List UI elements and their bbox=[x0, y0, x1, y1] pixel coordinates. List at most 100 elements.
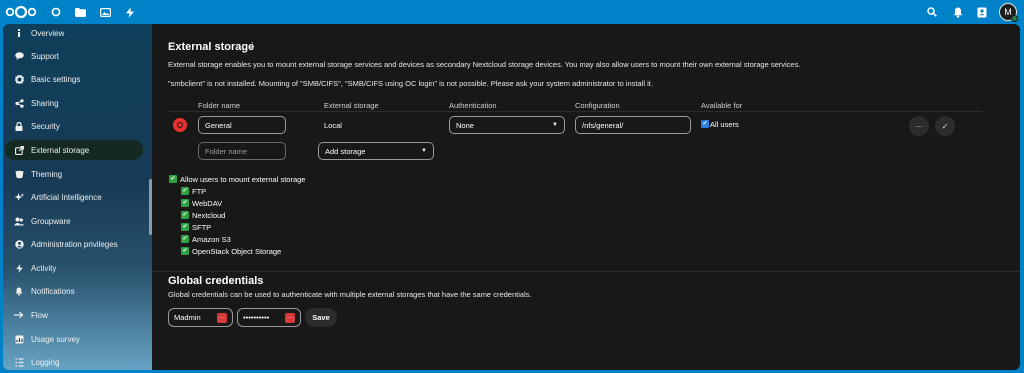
column-header-available-for: Available for bbox=[701, 101, 743, 110]
top-header: M bbox=[0, 0, 1024, 24]
checkmark-icon: ✔ bbox=[702, 121, 708, 127]
survey-icon bbox=[13, 333, 25, 345]
password-value: •••••••••• bbox=[243, 313, 270, 322]
backend-nextcloud-checkbox[interactable]: ✔ bbox=[181, 211, 189, 219]
global-credentials-description: Global credentials can be used to authen… bbox=[168, 290, 532, 299]
allow-user-mounting-checkbox[interactable]: ✔ bbox=[169, 175, 177, 183]
sidebar-item-label: Security bbox=[31, 121, 60, 131]
admin-icon bbox=[13, 238, 25, 250]
chevron-down-icon: ▼ bbox=[421, 148, 427, 154]
sidebar-item-label: Artificial Intelligence bbox=[31, 192, 102, 202]
share-icon bbox=[13, 97, 25, 109]
activity-icon[interactable] bbox=[123, 5, 137, 19]
add-storage-select[interactable]: Add storage ▼ bbox=[318, 142, 434, 160]
sidebar-item-artificial-intelligence[interactable]: Artificial Intelligence bbox=[5, 187, 143, 207]
avatar-initial: M bbox=[1004, 7, 1012, 17]
save-mount-button[interactable]: ✓ bbox=[935, 116, 955, 136]
external-storage-title: External storage bbox=[168, 41, 255, 53]
configuration-datadir-input[interactable]: /nfs/general/ bbox=[575, 116, 691, 134]
backend-webdav-checkbox[interactable]: ✔ bbox=[181, 199, 189, 207]
username-value: Madmin bbox=[174, 313, 201, 322]
flow-icon bbox=[13, 309, 25, 321]
authentication-select[interactable]: None ▼ bbox=[449, 116, 565, 134]
available-for-all-users-checkbox[interactable]: ✔ bbox=[701, 120, 709, 128]
backend-ftp-checkbox[interactable]: ✔ bbox=[181, 187, 189, 195]
add-storage-label: Add storage bbox=[325, 146, 366, 156]
logging-icon bbox=[13, 356, 25, 368]
theming-icon bbox=[13, 168, 25, 180]
sidebar-item-logging[interactable]: Logging bbox=[5, 352, 143, 370]
settings-icon bbox=[13, 73, 25, 85]
sidebar-item-label: External storage bbox=[31, 145, 90, 155]
contacts-icon[interactable] bbox=[975, 5, 989, 19]
activity-icon bbox=[13, 262, 25, 274]
external-storage-icon bbox=[13, 144, 25, 156]
files-icon[interactable] bbox=[73, 5, 87, 19]
nextcloud-logo[interactable] bbox=[5, 6, 37, 18]
sidebar-item-groupware[interactable]: Groupware bbox=[5, 211, 143, 231]
info-icon[interactable]: i bbox=[251, 42, 254, 52]
checkmark-icon: ✓ bbox=[941, 121, 949, 131]
sidebar-item-label: Notifications bbox=[31, 286, 75, 296]
sidebar-item-flow[interactable]: Flow bbox=[5, 305, 143, 325]
photos-icon[interactable] bbox=[98, 5, 112, 19]
password-manager-icon[interactable]: ··· bbox=[285, 312, 295, 323]
checkmark-icon: ✔ bbox=[182, 188, 188, 194]
sidebar-item-label: Activity bbox=[31, 263, 57, 273]
checkmark-icon: ✔ bbox=[182, 212, 188, 218]
sidebar-item-usage-survey[interactable]: Usage survey bbox=[5, 329, 143, 349]
backend-label: Amazon S3 bbox=[192, 235, 231, 244]
new-folder-name-input[interactable]: Folder name bbox=[198, 142, 286, 160]
info-icon bbox=[13, 27, 25, 39]
groupware-icon bbox=[13, 215, 25, 227]
sidebar-item-external-storage[interactable]: External storage bbox=[5, 140, 143, 160]
allow-user-mounting-label: Allow users to mount external storage bbox=[180, 175, 306, 184]
search-icon[interactable] bbox=[925, 5, 939, 19]
sidebar-item-label: Sharing bbox=[31, 98, 59, 108]
sidebar-item-notifications[interactable]: Notifications bbox=[5, 281, 143, 301]
global-password-input[interactable]: •••••••••• ··· bbox=[237, 308, 301, 327]
column-header-configuration: Configuration bbox=[575, 101, 620, 110]
mount-status-indicator[interactable] bbox=[173, 118, 187, 132]
backend-label: OpenStack Object Storage bbox=[192, 247, 282, 256]
sidebar-item-label: Theming bbox=[31, 169, 63, 179]
sidebar-item-administration-privileges[interactable]: Administration privileges bbox=[5, 234, 143, 254]
global-credentials-title: Global credentials bbox=[168, 275, 264, 287]
user-avatar[interactable]: M bbox=[999, 3, 1018, 22]
checkmark-icon: ✔ bbox=[170, 176, 176, 182]
ai-icon bbox=[13, 191, 25, 203]
folder-name-input[interactable]: General bbox=[198, 116, 286, 134]
online-status-icon bbox=[1011, 15, 1018, 22]
dashboard-icon[interactable] bbox=[49, 5, 63, 19]
lock-icon bbox=[13, 120, 25, 132]
save-credentials-button[interactable]: Save bbox=[305, 308, 337, 327]
backend-label: Nextcloud bbox=[192, 211, 226, 220]
backend-sftp-checkbox[interactable]: ✔ bbox=[181, 223, 189, 231]
sidebar-item-overview[interactable]: Overview bbox=[5, 24, 143, 43]
available-for-label: All users bbox=[710, 120, 739, 129]
backend-label: WebDAV bbox=[192, 199, 223, 208]
global-username-input[interactable]: Madmin ··· bbox=[168, 308, 233, 327]
sidebar-item-support[interactable]: Support bbox=[5, 46, 143, 66]
sidebar-item-basic-settings[interactable]: Basic settings bbox=[5, 69, 143, 89]
backend-openstack-checkbox[interactable]: ✔ bbox=[181, 247, 189, 255]
sidebar-item-label: Support bbox=[31, 51, 60, 61]
section-divider bbox=[152, 271, 1020, 272]
more-actions-button[interactable]: ··· bbox=[909, 116, 929, 136]
sidebar-item-theming[interactable]: Theming bbox=[5, 164, 143, 184]
sidebar-item-label: Usage survey bbox=[31, 334, 80, 344]
sidebar-item-sharing[interactable]: Sharing bbox=[5, 93, 143, 113]
main-content: External storage i External storage enab… bbox=[152, 24, 1020, 370]
storage-backend-label: Local bbox=[324, 121, 342, 130]
backend-amazon-s3-checkbox[interactable]: ✔ bbox=[181, 235, 189, 243]
column-header-authentication: Authentication bbox=[449, 101, 497, 110]
password-manager-icon[interactable]: ··· bbox=[217, 312, 227, 323]
sidebar-item-label: Overview bbox=[31, 28, 65, 38]
checkmark-icon: ✔ bbox=[182, 236, 188, 242]
authentication-value: None bbox=[456, 120, 474, 130]
notifications-icon[interactable] bbox=[951, 5, 965, 19]
sidebar-item-security[interactable]: Security bbox=[5, 116, 143, 136]
smbclient-warning: "smbclient" is not installed. Mounting o… bbox=[168, 79, 653, 88]
sidebar-item-label: Groupware bbox=[31, 216, 71, 226]
sidebar-item-activity[interactable]: Activity bbox=[5, 258, 143, 278]
